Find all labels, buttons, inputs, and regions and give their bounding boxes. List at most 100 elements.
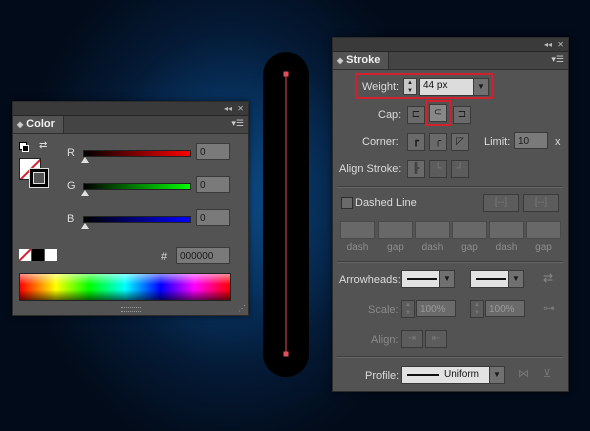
dashed-line-checkbox[interactable] [341,197,353,209]
collapse-icon[interactable]: ◂◂ [544,38,552,51]
arrow-tip-at-end-button[interactable]: ⇤ [425,330,447,348]
limit-field[interactable]: 10 [514,132,548,149]
r-value-field[interactable]: 0 [196,143,230,160]
dash-label-3: dash [495,242,518,253]
miter-join-button[interactable]: ┏ [407,133,425,151]
path-anchor-top [283,71,289,77]
default-fill-stroke-icon[interactable] [19,142,29,152]
bevel-join-button[interactable]: ◸ [451,133,469,151]
path-preview [283,71,289,357]
collapse-icon[interactable]: ◂◂ [224,102,232,115]
dash-field-2[interactable] [415,221,450,239]
gap-label-3: gap [535,242,552,253]
panel-resize-grip[interactable] [121,307,141,312]
chevron-down-icon[interactable]: ▼ [489,367,504,383]
scale-label: Scale: [368,304,399,316]
align-dash-button[interactable]: [‐‐] [523,194,559,212]
none-swatch[interactable] [19,249,31,261]
tab-color-label: Color [26,118,55,130]
flip-across-icon[interactable]: ⊻ [543,367,551,380]
round-join-button[interactable]: ╭ [429,133,447,151]
end-arrowhead-dropdown[interactable]: ▼ [470,270,524,288]
butt-cap-button[interactable]: ⊏ [407,106,425,124]
corner-label: Corner: [362,136,399,148]
scale-end-field[interactable]: 100% [485,300,525,317]
stroke-swatch[interactable] [29,168,49,188]
b-slider-thumb[interactable] [81,223,89,229]
limit-unit: x [555,136,561,148]
g-label: G [67,180,76,192]
chevron-down-icon[interactable]: ▼ [439,271,454,287]
profile-dropdown[interactable]: Uniform ▼ [401,366,505,384]
align-stroke-label: Align Stroke: [339,163,402,175]
corner-resize-icon[interactable]: ⋰ [238,304,246,313]
align-center-button[interactable]: ╟ [407,160,425,178]
dash-label-1: dash [346,242,369,253]
profile-value: Uniform [444,369,480,380]
white-swatch[interactable] [45,249,57,261]
limit-label: Limit: [484,136,511,148]
align-inside-button[interactable]: └ [429,160,447,178]
b-label: B [67,213,75,225]
weight-label: Weight: [362,81,400,93]
swap-arrowheads-icon[interactable]: ⇄ [543,271,553,285]
stroke-tab-row: ◆ Stroke ▾☰ [333,52,568,70]
panel-menu-icon[interactable]: ▾☰ [231,118,244,129]
tab-toggle-icon: ◆ [337,56,344,65]
dash-field-1[interactable] [340,221,375,239]
dashed-line-label: Dashed Line [355,197,417,209]
align-label: Align: [371,334,399,346]
g-slider-thumb[interactable] [81,190,89,196]
stroke-panel-titlebar[interactable]: ◂◂ ✕ [333,38,568,52]
g-slider[interactable] [83,183,191,190]
chevron-down-icon[interactable]: ▼ [508,271,523,287]
swap-fill-stroke-icon[interactable]: ⇄ [39,140,47,151]
gap-field-1[interactable] [378,221,413,239]
panel-menu-icon[interactable]: ▾☰ [551,54,564,65]
divider [337,261,563,263]
chevron-down-icon[interactable]: ▼ [473,79,488,95]
color-panel-titlebar[interactable]: ◂◂ ✕ [13,102,248,116]
weight-value: 44 px [423,80,448,91]
scale-start-field[interactable]: 100% [416,300,456,317]
arrow-tip-beyond-button[interactable]: ⇥ [401,330,423,348]
g-value-field[interactable]: 0 [196,176,230,193]
r-slider[interactable] [83,150,191,157]
cap-label: Cap: [378,109,402,121]
color-spectrum[interactable] [19,273,231,301]
b-slider[interactable] [83,216,191,223]
color-panel: ◂◂ ✕ ◆ Color ▾☰ ⇄ R 0 G 0 B 0 # 000000 ⋰ [12,101,249,316]
close-icon[interactable]: ✕ [557,38,564,51]
dash-field-3[interactable] [489,221,524,239]
color-tab-row: ◆ Color ▾☰ [13,116,248,134]
link-scale-icon[interactable]: ⊶ [543,301,555,315]
round-cap-button[interactable]: ⊂ [429,104,447,122]
gap-label-2: gap [461,242,478,253]
flip-along-icon[interactable]: ⋈ [518,367,529,380]
divider [337,356,563,358]
gap-field-3[interactable] [526,221,561,239]
projecting-cap-button[interactable]: ⊐ [453,106,471,124]
align-outside-button[interactable]: ┘ [451,160,469,178]
path-anchor-bottom [283,351,289,357]
b-value-field[interactable]: 0 [196,209,230,226]
hex-symbol: # [161,251,168,263]
stroke-panel: ◂◂ ✕ ◆ Stroke ▾☰ Weight: ▲ ▼ 44 px ▼ Cap: … [332,37,569,392]
scale-end-stepper[interactable]: ▲ ▼ [470,300,484,318]
preserve-dash-button[interactable]: [‐‐] [483,194,519,212]
black-swatch[interactable] [32,249,44,261]
dash-label-2: dash [421,242,444,253]
tab-stroke[interactable]: ◆ Stroke [333,52,390,69]
r-slider-thumb[interactable] [81,157,89,163]
tab-color[interactable]: ◆ Color [13,116,64,133]
scale-start-stepper[interactable]: ▲ ▼ [401,300,415,318]
close-icon[interactable]: ✕ [237,102,244,115]
weight-dropdown[interactable]: 44 px ▼ [419,78,489,96]
gap-field-2[interactable] [452,221,487,239]
start-arrowhead-dropdown[interactable]: ▼ [401,270,455,288]
profile-label: Profile: [365,370,400,382]
tab-toggle-icon: ◆ [17,120,24,129]
hex-value-field[interactable]: 000000 [176,247,230,264]
r-label: R [67,147,75,159]
weight-stepper[interactable]: ▲ ▼ [403,78,417,95]
